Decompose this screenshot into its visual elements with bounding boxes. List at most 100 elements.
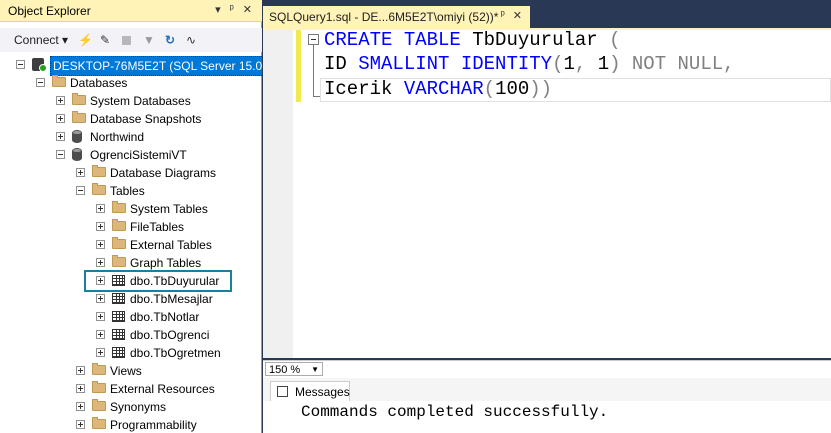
connect-plug-icon[interactable]: ⚡ <box>78 33 93 47</box>
tree-node-label: FileTables <box>130 220 185 234</box>
collapse-icon[interactable] <box>36 78 45 87</box>
fold-line <box>313 45 314 97</box>
tree-node-label: dbo.TbNotlar <box>130 310 200 324</box>
tree-node-label: External Resources <box>110 382 215 396</box>
expand-icon[interactable] <box>96 240 105 249</box>
query-tab[interactable]: SQLQuery1.sql - DE...6M5E2T\omiyi (52))*… <box>263 6 530 28</box>
tree-external-tables[interactable]: External Tables <box>0 236 262 254</box>
tree-node-label: dbo.TbOgrenci <box>130 328 210 342</box>
change-marker-bar <box>296 30 301 102</box>
object-explorer-title: Object Explorer <box>8 4 91 18</box>
tree-node-label: Database Snapshots <box>90 112 202 126</box>
tree-database-diagrams[interactable]: Database Diagrams <box>0 164 262 182</box>
expand-icon[interactable] <box>76 168 85 177</box>
expand-icon[interactable] <box>96 258 105 267</box>
expand-icon[interactable] <box>96 294 105 303</box>
expand-icon[interactable] <box>96 204 105 213</box>
pin-icon[interactable]: ᵖ <box>230 3 234 16</box>
highlight-box <box>84 270 232 292</box>
tree-node-label: DESKTOP-76M5E2T (SQL Server 15.0.20 <box>50 56 262 76</box>
fold-line-end <box>313 96 320 97</box>
object-explorer-panel: Object Explorer ▾ ᵖ ✕ Connect ▾ ⚡ ✎ ▼ ↻ … <box>0 0 262 433</box>
expand-icon[interactable] <box>96 348 105 357</box>
tab-close-icon[interactable]: ✕ <box>513 9 522 22</box>
tree-node-label: Database Diagrams <box>110 166 217 180</box>
tree-northwind[interactable]: Northwind <box>0 128 262 146</box>
expand-icon[interactable] <box>76 420 85 429</box>
messages-tab[interactable]: Messages <box>270 381 350 401</box>
window-position-icon[interactable]: ▾ <box>215 3 221 16</box>
tree-node-label: External Tables <box>130 238 212 252</box>
folder-icon <box>92 417 106 429</box>
folder-icon <box>72 93 86 105</box>
expand-icon[interactable] <box>76 384 85 393</box>
collapse-icon[interactable] <box>16 60 25 69</box>
messages-tab-label: Messages <box>295 385 350 399</box>
tree-programmability[interactable]: Programmability <box>0 416 262 433</box>
code-line-2: ID SMALLINT IDENTITY(1, 1) NOT NULL, <box>324 53 735 75</box>
tree-system-tables[interactable]: System Tables <box>0 200 262 218</box>
folder-icon <box>52 75 66 87</box>
object-explorer-title-bar: Object Explorer ▾ ᵖ ✕ <box>0 0 262 22</box>
tree-views[interactable]: Views <box>0 362 262 380</box>
tree-node-label: Synonyms <box>110 400 167 414</box>
stop-icon[interactable] <box>122 36 131 45</box>
tree-external-resources[interactable]: External Resources <box>0 380 262 398</box>
result-message: Commands completed successfully. <box>301 403 609 421</box>
tree-database-snapshots[interactable]: Database Snapshots <box>0 110 262 128</box>
folder-icon <box>72 111 86 123</box>
connect-button[interactable]: Connect ▾ <box>14 33 68 47</box>
tree-filetables[interactable]: FileTables <box>0 218 262 236</box>
tree-ogrencisistemivt[interactable]: OgrenciSistemiVT <box>0 146 262 164</box>
database-icon <box>72 130 82 143</box>
tree-tbogretmen[interactable]: dbo.TbOgretmen <box>0 344 262 362</box>
folder-icon <box>92 183 106 195</box>
folder-icon <box>112 255 126 267</box>
tree-server[interactable]: DESKTOP-76M5E2T (SQL Server 15.0.20 <box>0 56 262 76</box>
query-tab-title: SQLQuery1.sql - DE...6M5E2T\omiyi (52))* <box>269 10 499 24</box>
activity-monitor-icon[interactable]: ∿ <box>186 33 196 47</box>
editor-gutter <box>263 30 293 358</box>
zoom-select[interactable]: 150 % ▼ <box>265 362 323 376</box>
object-explorer-tree: DESKTOP-76M5E2T (SQL Server 15.0.20 Datab… <box>0 56 262 433</box>
tree-node-label: dbo.TbOgretmen <box>130 346 221 360</box>
table-icon <box>112 311 125 322</box>
filter-icon[interactable]: ▼ <box>143 33 155 47</box>
expand-icon[interactable] <box>76 402 85 411</box>
tree-node-label: Northwind <box>90 130 145 144</box>
tree-tables[interactable]: Tables <box>0 182 262 200</box>
expand-icon[interactable] <box>96 312 105 321</box>
tree-node-label: Tables <box>110 184 145 198</box>
tree-system-databases[interactable]: System Databases <box>0 92 262 110</box>
tree-databases[interactable]: Databases <box>0 74 262 92</box>
close-icon[interactable]: ✕ <box>243 3 252 16</box>
folder-icon <box>92 399 106 411</box>
tree-synonyms[interactable]: Synonyms <box>0 398 262 416</box>
tree-tbnotlar[interactable]: dbo.TbNotlar <box>0 308 262 326</box>
expand-icon[interactable] <box>96 222 105 231</box>
tree-node-label: dbo.TbMesajlar <box>130 292 213 306</box>
tree-tbogrenci[interactable]: dbo.TbOgrenci <box>0 326 262 344</box>
tree-node-label: System Databases <box>90 94 191 108</box>
expand-icon[interactable] <box>76 366 85 375</box>
table-icon <box>112 329 125 340</box>
refresh-icon[interactable]: ↻ <box>165 33 175 47</box>
folder-icon <box>92 381 106 393</box>
table-icon <box>112 347 125 358</box>
expand-icon[interactable] <box>56 114 65 123</box>
expand-icon[interactable] <box>56 96 65 105</box>
disconnect-icon[interactable]: ✎ <box>100 33 110 47</box>
tree-node-label: Views <box>110 364 142 378</box>
expand-icon[interactable] <box>96 330 105 339</box>
tree-tbmesajlar[interactable]: dbo.TbMesajlar <box>0 290 262 308</box>
database-icon <box>72 148 82 161</box>
expand-icon[interactable] <box>56 132 65 141</box>
collapse-icon[interactable] <box>76 186 85 195</box>
tree-node-label: Programmability <box>110 418 197 432</box>
collapse-icon[interactable] <box>56 150 65 159</box>
server-icon <box>32 58 47 72</box>
collapse-icon[interactable] <box>308 34 319 45</box>
folder-icon <box>92 363 106 375</box>
tab-pin-icon[interactable]: ᵖ <box>501 9 505 22</box>
folder-icon <box>112 201 126 213</box>
